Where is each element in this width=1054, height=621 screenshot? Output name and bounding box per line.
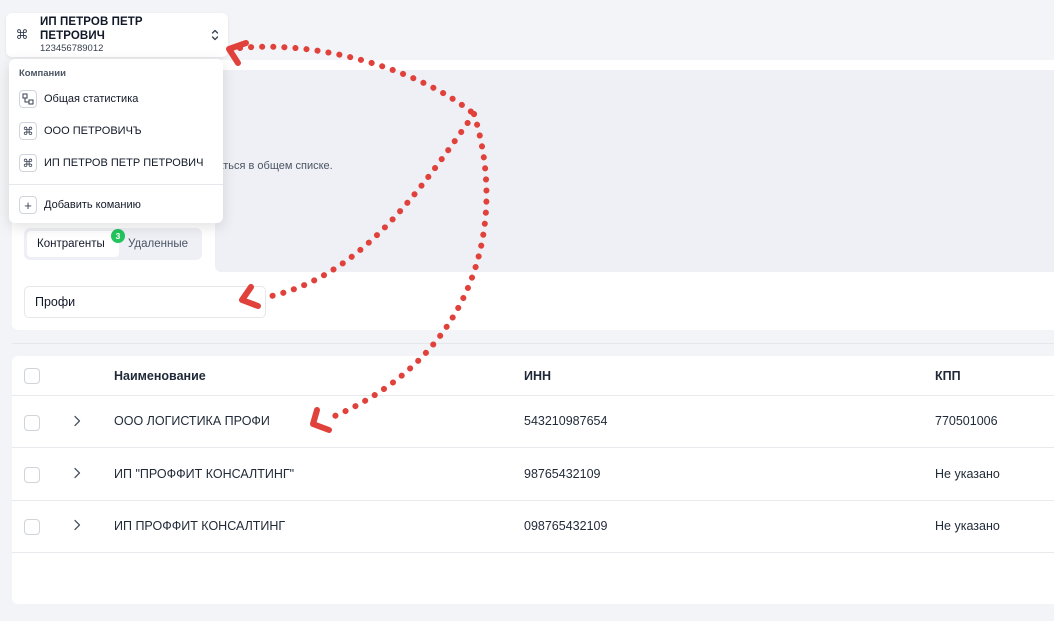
dropdown-item-company[interactable]: ⌘ ИП ПЕТРОВ ПЕТР ПЕТРОВИЧ — [9, 147, 223, 179]
chevron-right-icon[interactable] — [72, 415, 82, 427]
row-checkbox[interactable] — [24, 519, 40, 535]
row-checkbox[interactable] — [24, 415, 40, 431]
stats-icon — [19, 90, 37, 108]
table-row[interactable]: ИП ПРОФФИТ КОНСАЛТИНГ 098765432109 Не ук… — [12, 501, 1054, 553]
chevron-right-icon[interactable] — [72, 519, 82, 531]
table-row[interactable]: ИП "ПРОФФИТ КОНСАЛТИНГ" 98765432109 Не у… — [12, 448, 1054, 501]
dropdown-item-general-stats[interactable]: Общая статистика — [9, 83, 223, 115]
company-inn: 123456789012 — [40, 43, 104, 54]
company-switcher[interactable]: ⌘ ИП ПЕТРОВ ПЕТР ПЕТРОВИЧ 123456789012 — [6, 13, 228, 57]
search-input[interactable] — [24, 286, 266, 318]
row-kpp: 770501006 — [935, 414, 998, 428]
dropdown-separator — [9, 184, 223, 185]
row-name: ИП "ПРОФФИТ КОНСАЛТИНГ" — [114, 467, 295, 481]
add-company-label: Добавить команию — [44, 199, 141, 211]
table-row[interactable]: ООО ЛОГИСТИКА ПРОФИ 543210987654 7705010… — [12, 396, 1054, 448]
row-kpp: Не указано — [935, 467, 1000, 481]
company-dropdown: Компании Общая статистика ⌘ ООО ПЕТРОВИЧ… — [9, 59, 223, 223]
row-name: ИП ПРОФФИТ КОНСАЛТИНГ — [114, 519, 286, 533]
column-header-kpp[interactable]: КПП — [935, 369, 961, 383]
dropdown-item-label: ИП ПЕТРОВ ПЕТР ПЕТРОВИЧ — [44, 157, 204, 169]
command-icon: ⌘ — [19, 154, 37, 172]
chevron-up-down-icon — [211, 29, 219, 41]
dropdown-item-label: ООО ПЕТРОВИЧЪ — [44, 125, 142, 137]
company-name: ИП ПЕТРОВ ПЕТР ПЕТРОВИЧ — [40, 16, 143, 42]
divider — [12, 343, 1054, 344]
tab-label: Контрагенты — [37, 238, 105, 250]
info-banner — [215, 70, 1054, 272]
dropdown-item-label: Общая статистика — [44, 93, 139, 105]
row-checkbox[interactable] — [24, 467, 40, 483]
tab-counterparties[interactable]: Контрагенты 3 — [27, 229, 125, 257]
tabs: Контрагенты 3 Удаленные — [24, 228, 202, 260]
table-header: Наименование ИНН КПП — [12, 356, 1054, 396]
add-company-button[interactable]: + Добавить команию — [9, 189, 223, 221]
command-icon: ⌘ — [15, 27, 29, 42]
select-all-checkbox[interactable] — [24, 368, 40, 384]
row-inn: 543210987654 — [524, 414, 608, 428]
column-header-name[interactable]: Наименование — [114, 369, 206, 383]
chevron-right-icon[interactable] — [72, 467, 82, 479]
tab-deleted[interactable]: Удаленные — [119, 231, 198, 257]
row-name: ООО ЛОГИСТИКА ПРОФИ — [114, 414, 270, 428]
plus-icon: + — [19, 196, 37, 214]
dropdown-item-company[interactable]: ⌘ ООО ПЕТРОВИЧЪ — [9, 115, 223, 147]
tab-label: Удаленные — [128, 238, 188, 250]
command-icon: ⌘ — [19, 122, 37, 140]
banner-text: жаться в общем списке. — [210, 160, 333, 172]
row-inn: 098765432109 — [524, 519, 608, 533]
row-inn: 98765432109 — [524, 467, 601, 481]
column-header-inn[interactable]: ИНН — [524, 369, 551, 383]
dropdown-header: Компании — [19, 68, 66, 79]
row-kpp: Не указано — [935, 519, 1000, 533]
